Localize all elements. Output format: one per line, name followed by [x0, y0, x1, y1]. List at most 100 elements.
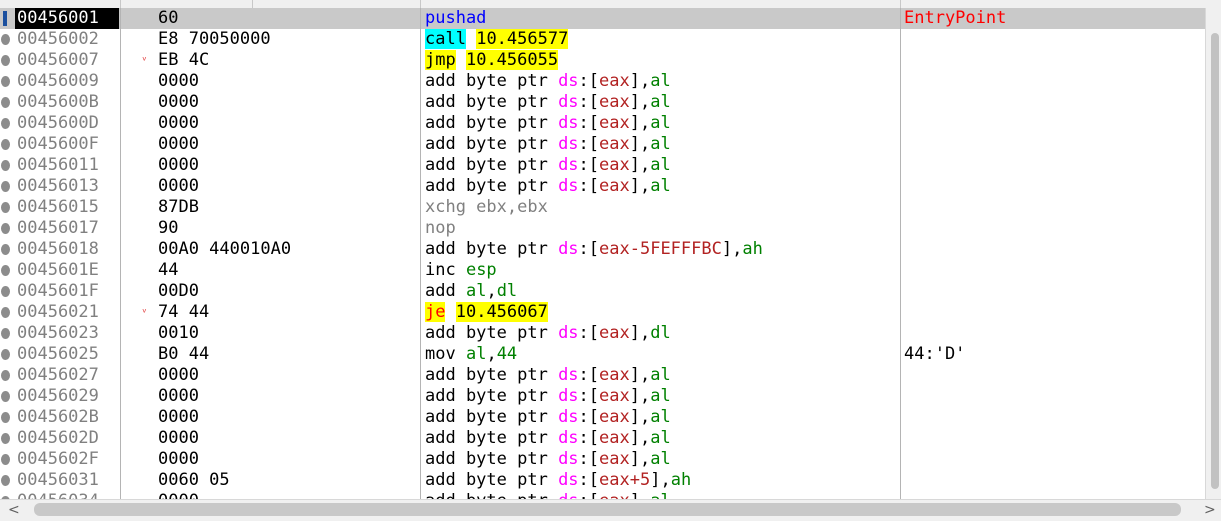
disassembly-cell[interactable]: add byte ptr ds:[eax],al	[425, 134, 671, 155]
disassembly-cell[interactable]: add byte ptr ds:[eax-5FEFFFBC],ah	[425, 239, 763, 260]
disassembly-cell[interactable]: add byte ptr ds:[eax],al	[425, 71, 671, 92]
disasm-row[interactable]: 0045600D 0000 add byte ptr ds:[eax],al	[0, 113, 1205, 134]
bytes-cell[interactable]: E8 70050000	[158, 29, 271, 50]
bytes-cell[interactable]: 0000	[158, 428, 199, 449]
scroll-right-arrow-icon[interactable]: >	[1204, 500, 1216, 520]
disasm-row[interactable]: 00456025 B0 44 mov al,44 44:'D'	[0, 344, 1205, 365]
bytes-cell[interactable]: 0000	[158, 407, 199, 428]
bytes-cell[interactable]: 00A0 440010A0	[158, 239, 291, 260]
instruction-pointer-icon[interactable]	[3, 11, 7, 26]
breakpoint-dot-icon[interactable]	[1, 181, 10, 192]
bytes-cell[interactable]: 0000	[158, 386, 199, 407]
disasm-row[interactable]: 00456029 0000 add byte ptr ds:[eax],al	[0, 386, 1205, 407]
breakpoint-dot-icon[interactable]	[1, 328, 10, 339]
comment-cell[interactable]: EntryPoint	[904, 8, 1006, 29]
address-cell[interactable]: 00456034	[15, 491, 119, 499]
disasm-row[interactable]: 00456001 60 pushad EntryPoint	[0, 8, 1205, 29]
bytes-cell[interactable]: 0000	[158, 449, 199, 470]
disasm-row[interactable]: 00456023 0010 add byte ptr ds:[eax],dl	[0, 323, 1205, 344]
bytes-cell[interactable]: 0000	[158, 155, 199, 176]
disasm-row[interactable]: 0045602F 0000 add byte ptr ds:[eax],al	[0, 449, 1205, 470]
bytes-cell[interactable]: 0060 05	[158, 470, 230, 491]
breakpoint-dot-icon[interactable]	[1, 202, 10, 213]
address-cell[interactable]: 0045602B	[15, 407, 119, 428]
breakpoint-dot-icon[interactable]	[1, 370, 10, 381]
disasm-row[interactable]: 00456027 0000 add byte ptr ds:[eax],al	[0, 365, 1205, 386]
disassembly-cell[interactable]: xchg ebx,ebx	[425, 197, 548, 218]
breakpoint-dot-icon[interactable]	[1, 307, 10, 318]
disasm-row[interactable]: 0045601E 44 inc esp	[0, 260, 1205, 281]
disasm-row[interactable]: 00456034 0000 add byte ptr ds:[eax],al	[0, 491, 1205, 499]
disasm-row[interactable]: 0045600B 0000 add byte ptr ds:[eax],al	[0, 92, 1205, 113]
address-cell[interactable]: 00456015	[15, 197, 119, 218]
disasm-row[interactable]: 00456002 E8 70050000 call 10.456577	[0, 29, 1205, 50]
disassembly-cell[interactable]: je 10.456067	[425, 302, 548, 323]
address-cell[interactable]: 0045600F	[15, 134, 119, 155]
disasm-row[interactable]: 00456021 ᵛ 74 44 je 10.456067	[0, 302, 1205, 323]
address-cell[interactable]: 00456025	[15, 344, 119, 365]
bytes-cell[interactable]: 74 44	[158, 302, 209, 323]
bytes-cell[interactable]: 0000	[158, 134, 199, 155]
vertical-scroll-thumb[interactable]	[1211, 33, 1219, 489]
disassembly-view[interactable]: 00456001 60 pushad EntryPoint 00456002 E8 700…	[0, 8, 1205, 499]
address-cell[interactable]: 00456011	[15, 155, 119, 176]
breakpoint-dot-icon[interactable]	[1, 433, 10, 444]
address-cell[interactable]: 00456001	[15, 8, 119, 29]
bytes-cell[interactable]: 0000	[158, 71, 199, 92]
bytes-cell[interactable]: 90	[158, 218, 178, 239]
disasm-row[interactable]: 0045601F 00D0 add al,dl	[0, 281, 1205, 302]
disassembly-cell[interactable]: add byte ptr ds:[eax],al	[425, 176, 671, 197]
disassembly-cell[interactable]: add byte ptr ds:[eax],al	[425, 449, 671, 470]
breakpoint-dot-icon[interactable]	[1, 34, 10, 45]
disasm-row[interactable]: 00456017 90 nop	[0, 218, 1205, 239]
bytes-cell[interactable]: EB 4C	[158, 50, 209, 71]
breakpoint-dot-icon[interactable]	[1, 160, 10, 171]
disasm-row[interactable]: 00456031 0060 05 add byte ptr ds:[eax+5],a…	[0, 470, 1205, 491]
disassembly-cell[interactable]: inc esp	[425, 260, 497, 281]
disasm-row[interactable]: 00456015 87DB xchg ebx,ebx	[0, 197, 1205, 218]
address-cell[interactable]: 00456023	[15, 323, 119, 344]
address-cell[interactable]: 00456018	[15, 239, 119, 260]
disasm-row[interactable]: 00456013 0000 add byte ptr ds:[eax],al	[0, 176, 1205, 197]
disassembly-cell[interactable]: call 10.456577	[425, 29, 569, 50]
bytes-cell[interactable]: 0010	[158, 323, 199, 344]
bytes-cell[interactable]: 0000	[158, 113, 199, 134]
disassembly-cell[interactable]: mov al,44	[425, 344, 517, 365]
address-cell[interactable]: 00456031	[15, 470, 119, 491]
horizontal-scroll-thumb[interactable]	[34, 503, 1181, 516]
disasm-row[interactable]: 0045602B 0000 add byte ptr ds:[eax],al	[0, 407, 1205, 428]
bytes-cell[interactable]: 0000	[158, 92, 199, 113]
disassembly-cell[interactable]: add byte ptr ds:[eax],al	[425, 365, 671, 386]
address-cell[interactable]: 00456009	[15, 71, 119, 92]
disassembly-cell[interactable]: add al,dl	[425, 281, 517, 302]
breakpoint-dot-icon[interactable]	[1, 244, 10, 255]
address-cell[interactable]: 0045601F	[15, 281, 119, 302]
breakpoint-dot-icon[interactable]	[1, 454, 10, 465]
breakpoint-dot-icon[interactable]	[1, 349, 10, 360]
address-cell[interactable]: 0045600D	[15, 113, 119, 134]
disasm-row[interactable]: 00456011 0000 add byte ptr ds:[eax],al	[0, 155, 1205, 176]
disasm-row[interactable]: 00456007 ᵛ EB 4C jmp 10.456055	[0, 50, 1205, 71]
disassembly-cell[interactable]: pushad	[425, 8, 486, 29]
breakpoint-dot-icon[interactable]	[1, 391, 10, 402]
bytes-cell[interactable]: 00D0	[158, 281, 199, 302]
bytes-cell[interactable]: 60	[158, 8, 178, 29]
disasm-row[interactable]: 0045602D 0000 add byte ptr ds:[eax],al	[0, 428, 1205, 449]
breakpoint-dot-icon[interactable]	[1, 76, 10, 87]
disasm-row[interactable]: 0045600F 0000 add byte ptr ds:[eax],al	[0, 134, 1205, 155]
breakpoint-dot-icon[interactable]	[1, 475, 10, 486]
address-cell[interactable]: 00456013	[15, 176, 119, 197]
disassembly-cell[interactable]: add byte ptr ds:[eax],al	[425, 407, 671, 428]
breakpoint-dot-icon[interactable]	[1, 139, 10, 150]
disassembly-cell[interactable]: add byte ptr ds:[eax+5],ah	[425, 470, 691, 491]
address-cell[interactable]: 00456002	[15, 29, 119, 50]
disasm-row[interactable]: 00456018 00A0 440010A0 add byte ptr ds:[ea…	[0, 239, 1205, 260]
breakpoint-dot-icon[interactable]	[1, 55, 10, 66]
address-cell[interactable]: 00456007	[15, 50, 119, 71]
breakpoint-dot-icon[interactable]	[1, 265, 10, 276]
address-cell[interactable]: 00456027	[15, 365, 119, 386]
breakpoint-dot-icon[interactable]	[1, 118, 10, 129]
disassembly-cell[interactable]: add byte ptr ds:[eax],al	[425, 155, 671, 176]
breakpoint-dot-icon[interactable]	[1, 97, 10, 108]
bytes-cell[interactable]: 0000	[158, 176, 199, 197]
